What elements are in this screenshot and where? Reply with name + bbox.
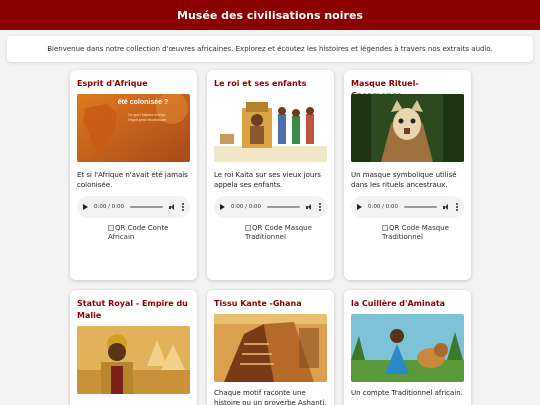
broken-image-icon (382, 225, 388, 231)
play-icon[interactable] (83, 204, 88, 210)
image-subcaption: Ce que l'histoire a brisé, (128, 113, 166, 117)
card-title: la Cuillère d'Aminata (351, 299, 446, 308)
artwork-card: Le roi et ses enfants Le roi Kaita sur s… (207, 70, 334, 280)
qr-alt-text: QR Code Conte Africain (108, 224, 169, 241)
card-title: Le roi et ses enfants (214, 79, 307, 88)
kente-cloth-illustration (214, 314, 327, 382)
artwork-image (77, 326, 190, 394)
card-description: Le roi Kaita sur ses vieux jours appela … (214, 171, 321, 189)
artwork-card: la Cuillère d'Aminata Un compte Traditio… (344, 290, 471, 405)
more-options-icon[interactable] (182, 203, 184, 211)
page-title: Musée des civilisations noires (177, 8, 363, 22)
card-title: Esprit d'Afrique (77, 79, 148, 88)
audio-player[interactable]: 0:00 / 0:00 (351, 196, 464, 218)
mask-photo (351, 94, 464, 162)
artwork-image (214, 94, 327, 162)
image-caption: été colonisée ? (118, 99, 169, 106)
artwork-image: été colonisée ? Ce que l'histoire a bris… (77, 94, 190, 162)
more-options-icon[interactable] (456, 203, 458, 211)
card-description: Un masque symbolique utilisé dans les ri… (351, 171, 457, 189)
card-description: Et si l'Afrique n'avait été jamais colon… (77, 171, 188, 189)
play-icon[interactable] (220, 204, 225, 210)
image-subcaption: l'esprit peut reconstruire (128, 118, 166, 122)
king-illustration (214, 94, 327, 162)
volume-icon[interactable] (306, 204, 313, 210)
qr-code-image: QR Code Masque Traditionnel (382, 224, 452, 242)
artwork-image (351, 94, 464, 162)
broken-image-icon (245, 225, 251, 231)
qr-alt-text: QR Code Masque Traditionnel (382, 224, 449, 241)
site-header: Musée des civilisations noires (0, 0, 540, 30)
artwork-card: Masque Rituel-Casamence Un masque symbol… (344, 70, 471, 280)
qr-alt-text: QR Code Masque Traditionnel (245, 224, 312, 241)
artwork-card: Tissu Kante -Ghana Chaque motif raconte … (207, 290, 334, 405)
audio-time: 0:00 / 0:00 (368, 204, 399, 210)
volume-icon[interactable] (443, 204, 450, 210)
audio-progress[interactable] (130, 206, 163, 208)
audio-time: 0:00 / 0:00 (94, 204, 125, 210)
audio-time: 0:00 / 0:00 (231, 204, 262, 210)
artwork-image (214, 314, 327, 382)
artwork-card: Statut Royal - Empire du Malie (70, 290, 197, 405)
card-title: Statut Royal - Empire du Malie (77, 299, 188, 320)
artwork-image (351, 314, 464, 382)
audio-player[interactable]: 0:00 / 0:00 (214, 196, 327, 218)
audio-progress[interactable] (404, 206, 437, 208)
play-icon[interactable] (357, 204, 362, 210)
card-description: Un compte Traditionnel africain. (351, 389, 463, 397)
qr-code-image: QR Code Conte Africain (108, 224, 178, 242)
card-title: Tissu Kante -Ghana (214, 299, 302, 308)
welcome-text: Bienvenue dans notre collection d'œuvres… (47, 45, 493, 53)
card-description: Chaque motif raconte une histoire ou un … (214, 389, 327, 405)
artwork-card: Esprit d'Afrique été colonisée ? Ce que … (70, 70, 197, 280)
africa-map-illustration: été colonisée ? Ce que l'histoire a bris… (77, 94, 190, 162)
welcome-banner: Bienvenue dans notre collection d'œuvres… (7, 36, 533, 62)
audio-player[interactable]: 0:00 / 0:00 (77, 196, 190, 218)
aminata-illustration (351, 314, 464, 382)
audio-progress[interactable] (267, 206, 300, 208)
volume-icon[interactable] (169, 204, 176, 210)
royal-statue-illustration (77, 326, 190, 394)
broken-image-icon (108, 225, 114, 231)
more-options-icon[interactable] (319, 203, 321, 211)
qr-code-image: QR Code Masque Traditionnel (245, 224, 315, 242)
